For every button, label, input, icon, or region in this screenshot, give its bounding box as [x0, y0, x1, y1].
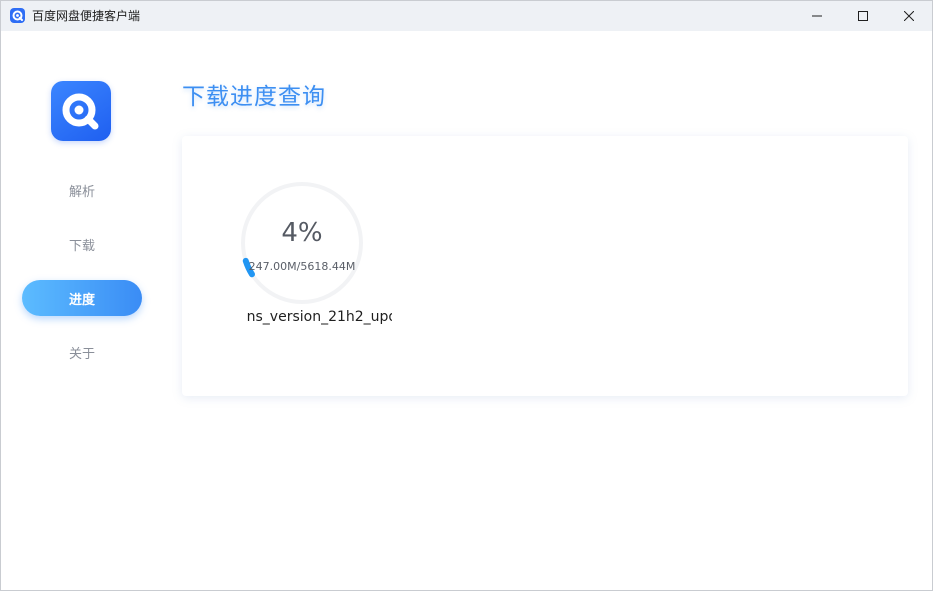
- progress-card: 4% 247.00M/5618.44M ns_version_21h2_upda…: [182, 136, 908, 396]
- file-name-container: ns_version_21h2_update: [212, 309, 392, 331]
- sidebar: 解析 下载 进度 关于: [1, 31, 163, 590]
- title-bar[interactable]: 百度网盘便捷客户端: [1, 1, 932, 31]
- file-name: ns_version_21h2_update: [246, 309, 392, 325]
- sidebar-item-label: 下载: [68, 238, 95, 254]
- minimize-button[interactable]: [794, 1, 840, 31]
- sidebar-item-download[interactable]: 下载: [22, 226, 142, 262]
- sidebar-item-about[interactable]: 关于: [22, 334, 142, 370]
- window-title: 百度网盘便捷客户端: [32, 9, 141, 23]
- page-title: 下载进度查询: [182, 84, 326, 110]
- sidebar-item-progress[interactable]: 进度: [22, 280, 142, 316]
- app-window: 百度网盘便捷客户端 解析 下载 进度 关于 下载进度查询 4% 247.00M/…: [0, 0, 933, 591]
- baidu-netdisk-logo-icon: [51, 81, 111, 141]
- progress-size: 247.00M/5618.44M: [248, 260, 356, 273]
- sidebar-item-label: 进度: [68, 292, 95, 308]
- download-task[interactable]: 4% 247.00M/5618.44M ns_version_21h2_upda…: [212, 176, 392, 336]
- maximize-icon: [858, 11, 868, 21]
- sidebar-item-parse[interactable]: 解析: [22, 172, 142, 208]
- minimize-icon: [812, 15, 822, 17]
- sidebar-item-label: 关于: [68, 346, 95, 362]
- maximize-button[interactable]: [840, 1, 886, 31]
- progress-percent: 4%: [281, 218, 323, 248]
- close-icon: [904, 11, 914, 21]
- sidebar-item-label: 解析: [68, 184, 95, 200]
- close-button[interactable]: [886, 1, 932, 31]
- app-icon: [10, 8, 25, 23]
